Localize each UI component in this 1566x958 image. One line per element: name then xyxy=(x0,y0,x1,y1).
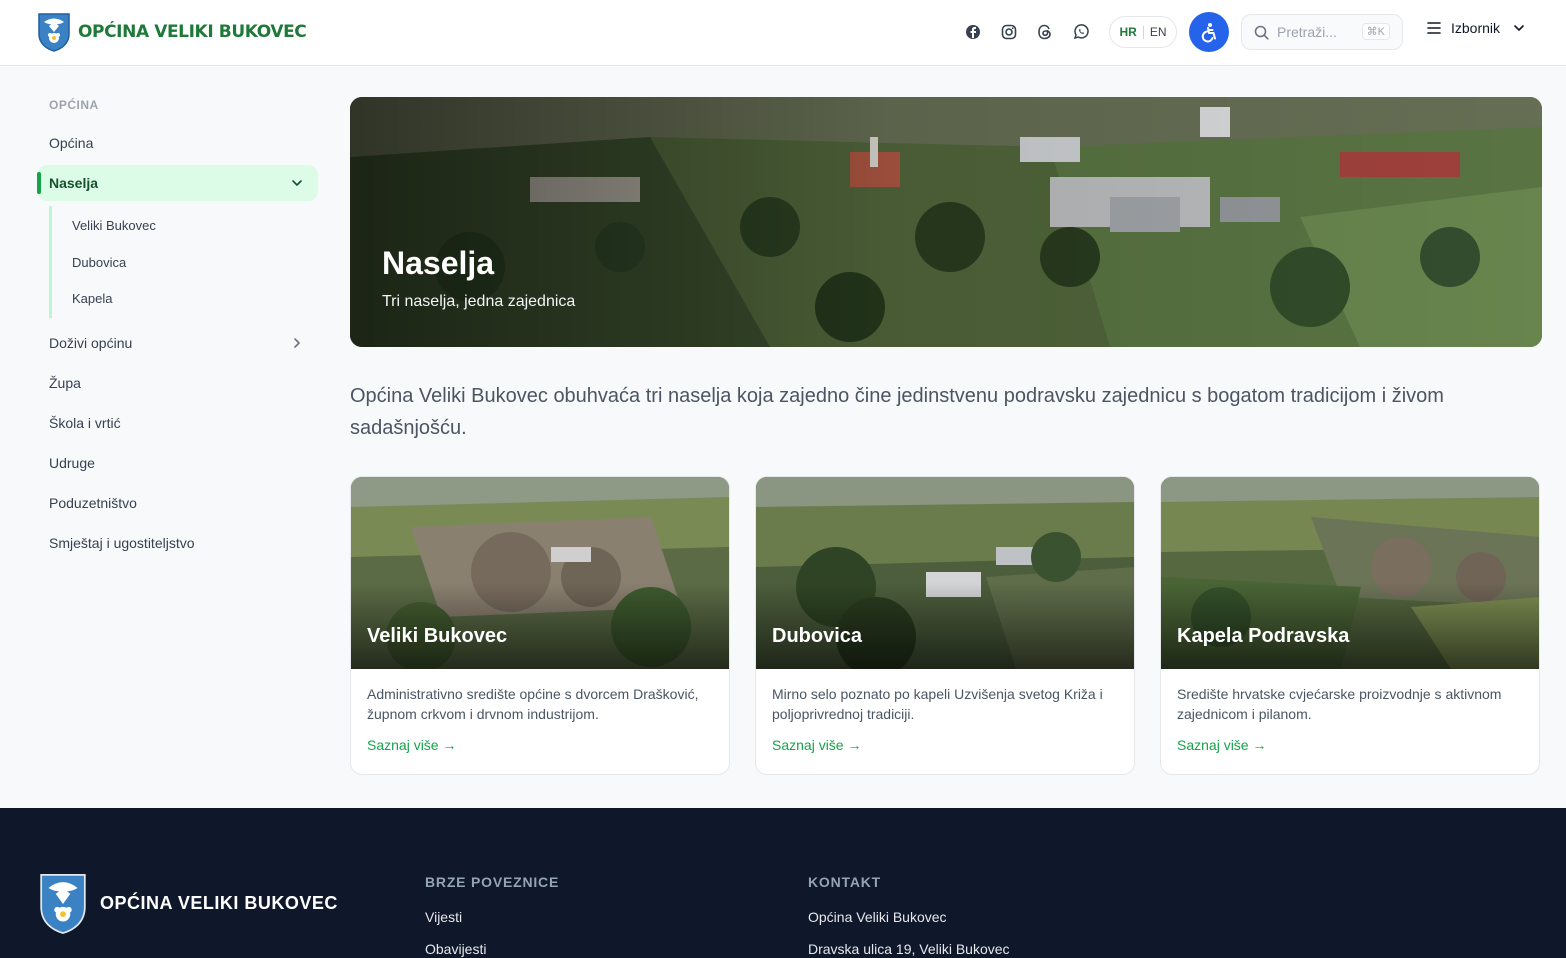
sidebar-item-skola-i-vrtic[interactable]: Škola i vrtić xyxy=(37,405,318,441)
footer-link-obavijesti[interactable]: Obavijesti xyxy=(425,941,486,957)
sidebar-item-label: Doživi općinu xyxy=(49,335,133,351)
search-box[interactable]: Pretraži... ⌘K xyxy=(1241,14,1403,50)
site-footer: OPĆINA VELIKI BUKOVEC BRZE POVEZNICE Vij… xyxy=(0,808,1566,958)
chevron-down-icon xyxy=(1514,25,1524,31)
hamburger-icon xyxy=(1427,22,1441,34)
site-header: OPĆINA VELIKI BUKOVEC HR EN Pretraži... … xyxy=(0,0,1566,66)
language-en-option[interactable]: EN xyxy=(1150,25,1167,39)
sidebar-item-dozivi-opcinu[interactable]: Doživi općinu xyxy=(37,325,318,361)
coat-of-arms-icon xyxy=(40,874,86,934)
settlement-card[interactable]: Veliki Bukovec Administrativno središte … xyxy=(350,476,730,775)
footer-link-vijesti[interactable]: Vijesti xyxy=(425,909,462,925)
site-name: OPĆINA VELIKI BUKOVEC xyxy=(78,22,307,42)
sidebar-item-label: Naselja xyxy=(49,175,99,191)
learn-more-link[interactable]: Saznaj više → xyxy=(367,737,456,753)
settlement-card-title: Kapela Podravska xyxy=(1177,625,1350,647)
page-title: Naselja xyxy=(382,245,495,281)
sidebar-item-zupa[interactable]: Župa xyxy=(37,365,318,401)
learn-more-link[interactable]: Saznaj više → xyxy=(772,737,861,753)
sidebar-item-opcina[interactable]: Općina xyxy=(37,125,318,161)
settlement-card-title: Veliki Bukovec xyxy=(367,625,508,647)
footer-quick-links-heading: BRZE POVEZNICE xyxy=(425,874,560,890)
sidebar-item-naselja[interactable]: Naselja xyxy=(37,165,318,201)
sidebar-subitem-veliki-bukovec[interactable]: Veliki Bukovec xyxy=(72,218,156,233)
chevron-down-icon xyxy=(292,180,302,186)
main-menu-button[interactable]: Izbornik xyxy=(1426,20,1525,36)
settlement-card[interactable]: Kapela Podravska Središte hrvatske cvjeć… xyxy=(1160,476,1540,775)
sidebar-heading: OPĆINA xyxy=(49,98,99,112)
language-hr-option[interactable]: HR xyxy=(1119,25,1136,39)
submenu-indicator-line xyxy=(49,206,52,318)
main-menu-label: Izbornik xyxy=(1451,20,1501,36)
footer-contact-address: Dravska ulica 19, Veliki Bukovec xyxy=(808,941,1010,957)
language-switcher: HR EN xyxy=(1109,16,1177,48)
accessibility-button[interactable] xyxy=(1189,12,1229,52)
search-shortcut-badge: ⌘K xyxy=(1361,23,1390,40)
settlement-card-description: Mirno selo poznato po kapeli Uzvišenja s… xyxy=(772,686,1103,722)
search-placeholder: Pretraži... xyxy=(1277,24,1337,40)
settlement-card-description: Administrativno središte općine s dvorce… xyxy=(367,686,699,722)
learn-more-link[interactable]: Saznaj više → xyxy=(1177,737,1266,753)
page-subtitle: Tri naselja, jedna zajednica xyxy=(382,293,576,310)
search-icon xyxy=(1254,25,1269,40)
language-divider xyxy=(1142,25,1144,39)
sidebar-item-udruge[interactable]: Udruge xyxy=(37,445,318,481)
sidebar-item-poduzetnistvo[interactable]: Poduzetništvo xyxy=(37,485,318,521)
hero-banner: Naselja Tri naselja, jedna zajednica xyxy=(350,97,1542,347)
settlement-card[interactable]: Dubovica Mirno selo poznato po kapeli Uz… xyxy=(755,476,1135,775)
settlement-card-description: Središte hrvatske cvjećarske proizvodnje… xyxy=(1177,686,1502,722)
instagram-icon[interactable] xyxy=(999,22,1019,42)
chevron-right-icon xyxy=(294,338,300,348)
home-logo-link[interactable]: OPĆINA VELIKI BUKOVEC xyxy=(37,12,307,52)
footer-contact-heading: KONTAKT xyxy=(808,874,881,890)
whatsapp-icon[interactable] xyxy=(1071,22,1091,42)
footer-contact-name: Općina Veliki Bukovec xyxy=(808,909,947,925)
sidebar-subitem-dubovica[interactable]: Dubovica xyxy=(72,255,126,270)
settlement-card-title: Dubovica xyxy=(772,625,863,647)
sidebar-subitem-kapela[interactable]: Kapela xyxy=(72,291,112,306)
accessibility-icon xyxy=(1201,23,1216,43)
facebook-icon[interactable] xyxy=(963,22,983,42)
coat-of-arms-icon xyxy=(38,13,70,52)
sidebar-item-smjestaj[interactable]: Smještaj i ugostiteljstvo xyxy=(37,525,318,561)
footer-site-name: OPĆINA VELIKI BUKOVEC xyxy=(100,893,338,913)
threads-icon[interactable] xyxy=(1035,22,1055,42)
intro-paragraph: Općina Veliki Bukovec obuhvaća tri nasel… xyxy=(350,385,1444,439)
